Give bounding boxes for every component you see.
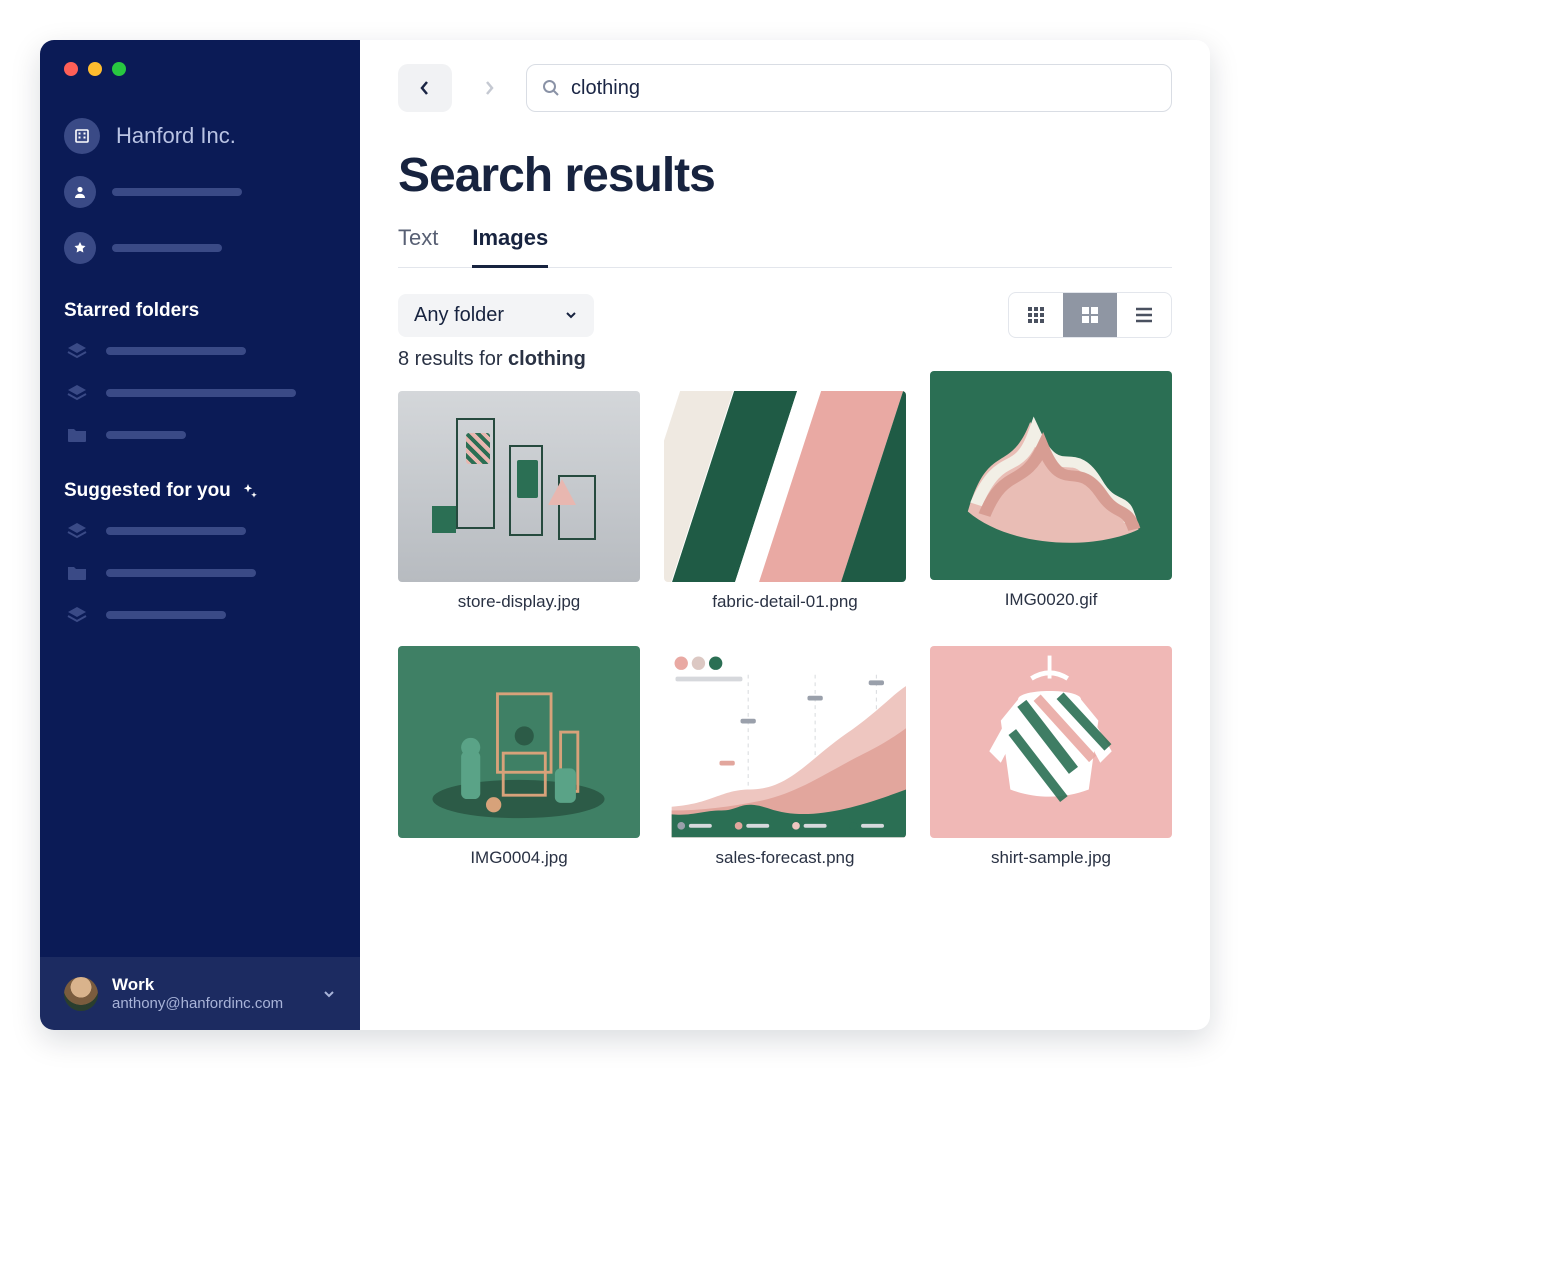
app-window: Hanford Inc. Starred folders — [40, 40, 1210, 1030]
sidebar-item-label — [106, 347, 246, 355]
sidebar-item-label — [106, 569, 256, 577]
toolbar — [398, 64, 1172, 112]
folder-icon — [64, 424, 90, 446]
sparkle-icon — [241, 482, 259, 500]
workspace-switcher[interactable]: Work anthony@hanfordinc.com — [40, 957, 360, 1030]
stack-icon — [64, 520, 90, 542]
search-field[interactable] — [526, 64, 1172, 112]
stack-icon — [64, 382, 90, 404]
search-icon — [541, 78, 561, 98]
result-filename: fabric-detail-01.png — [712, 592, 858, 612]
sidebar-item-label — [112, 244, 222, 252]
suggested-item[interactable] — [40, 552, 360, 594]
result-type-tabs: Text Images — [398, 221, 1172, 268]
result-card[interactable]: IMG0004.jpg — [398, 646, 640, 867]
org-name: Hanford Inc. — [116, 123, 236, 149]
folder-icon — [64, 562, 90, 584]
sidebar: Hanford Inc. Starred folders — [40, 40, 360, 1030]
result-thumbnail — [930, 646, 1172, 837]
star-icon — [64, 232, 96, 264]
page-title: Search results — [398, 148, 1172, 203]
section-header-label: Suggested for you — [64, 480, 231, 502]
stack-icon — [64, 604, 90, 626]
workspace-name: Work — [112, 975, 308, 995]
section-header-starred: Starred folders — [40, 276, 360, 330]
zoom-window-button[interactable] — [112, 62, 126, 76]
chevron-right-icon — [483, 79, 495, 97]
search-input[interactable] — [571, 77, 1157, 100]
view-grid-large-button[interactable] — [1063, 293, 1117, 337]
section-header-suggested: Suggested for you — [40, 456, 360, 510]
view-list-button[interactable] — [1117, 293, 1171, 337]
result-card[interactable]: store-display.jpg — [398, 391, 640, 612]
nav-forward-button[interactable] — [462, 64, 516, 112]
results-grid: store-display.jpg fabric-detail-01.png — [398, 391, 1172, 868]
results-count-text: 8 results for — [398, 348, 508, 370]
starred-folder-item[interactable] — [40, 414, 360, 456]
view-toggle — [1008, 292, 1172, 338]
chevron-down-icon — [322, 987, 336, 1001]
sidebar-item-label — [106, 527, 246, 535]
building-icon — [64, 118, 100, 154]
result-thumbnail — [664, 391, 906, 582]
workspace-email: anthony@hanfordinc.com — [112, 995, 308, 1012]
result-filename: sales-forecast.png — [716, 848, 855, 868]
grid-small-icon — [1027, 306, 1045, 324]
result-thumbnail — [398, 646, 640, 837]
suggested-item[interactable] — [40, 510, 360, 552]
result-filename: IMG0004.jpg — [470, 848, 567, 868]
folder-filter-label: Any folder — [414, 304, 504, 327]
sidebar-item-label — [112, 188, 242, 196]
chevron-left-icon — [419, 79, 431, 97]
close-window-button[interactable] — [64, 62, 78, 76]
controls-row: Any folder — [398, 292, 1172, 338]
org-row[interactable]: Hanford Inc. — [40, 76, 360, 164]
results-term: clothing — [508, 348, 586, 370]
result-card[interactable]: fabric-detail-01.png — [664, 391, 906, 612]
result-thumbnail — [664, 646, 906, 837]
avatar — [64, 977, 98, 1011]
result-card[interactable]: sales-forecast.png — [664, 646, 906, 867]
view-grid-small-button[interactable] — [1009, 293, 1063, 337]
chevron-down-icon — [564, 308, 578, 322]
grid-large-icon — [1081, 306, 1099, 324]
suggested-item[interactable] — [40, 594, 360, 636]
starred-folder-item[interactable] — [40, 330, 360, 372]
main-content: Search results Text Images Any folder — [360, 40, 1210, 1030]
results-summary: 8 results for clothing — [398, 348, 1172, 371]
result-thumbnail — [930, 371, 1172, 580]
folder-filter-select[interactable]: Any folder — [398, 294, 594, 337]
result-card[interactable]: shirt-sample.jpg — [930, 646, 1172, 867]
sidebar-item-label — [106, 611, 226, 619]
sidebar-item-starred[interactable] — [40, 220, 360, 276]
sidebar-item-label — [106, 431, 186, 439]
result-filename: store-display.jpg — [458, 592, 581, 612]
result-filename: shirt-sample.jpg — [991, 848, 1111, 868]
minimize-window-button[interactable] — [88, 62, 102, 76]
workspace-info: Work anthony@hanfordinc.com — [112, 975, 308, 1012]
result-thumbnail — [398, 391, 640, 582]
list-icon — [1134, 307, 1154, 323]
stack-icon — [64, 340, 90, 362]
sidebar-item-label — [106, 389, 296, 397]
tab-images[interactable]: Images — [472, 221, 548, 268]
nav-back-button[interactable] — [398, 64, 452, 112]
sidebar-item-people[interactable] — [40, 164, 360, 220]
tab-text[interactable]: Text — [398, 221, 438, 267]
starred-folder-item[interactable] — [40, 372, 360, 414]
window-traffic-lights — [40, 40, 360, 76]
result-filename: IMG0020.gif — [1005, 590, 1098, 610]
person-icon — [64, 176, 96, 208]
result-card[interactable]: IMG0020.gif — [930, 371, 1172, 612]
section-header-label: Starred folders — [64, 300, 199, 322]
